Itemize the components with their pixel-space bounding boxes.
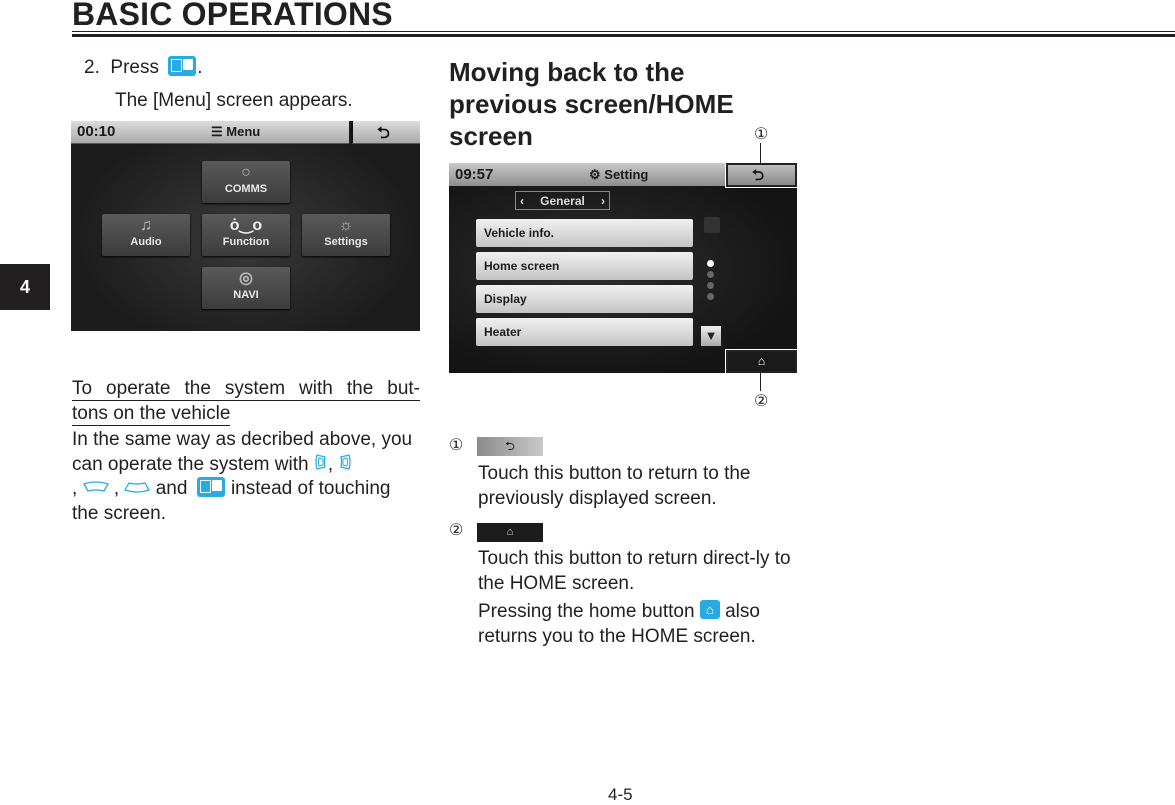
desc-2-text-2: Pressing the home button ⌂ also returns …: [478, 600, 760, 647]
hamburger-icon: ☰: [211, 124, 223, 139]
next-category-icon[interactable]: ›: [601, 192, 605, 209]
header-rule-thin: [72, 31, 1175, 32]
return-arrow-icon: ⮌: [377, 125, 390, 142]
return-arrow-icon: ⮌: [752, 167, 765, 184]
page-dot: [707, 282, 714, 289]
callout-2-leader: [760, 373, 761, 391]
home-key-icon: ⌂: [699, 600, 720, 620]
home-icon: ⌂: [757, 354, 766, 368]
compass-icon: ◎: [239, 270, 253, 287]
setting-status-bar: 09:57 ⚙ Setting: [449, 163, 725, 186]
prev-category-icon[interactable]: ‹: [520, 192, 524, 209]
setting-item-display[interactable]: Display: [476, 285, 693, 313]
back-button[interactable]: ⮌: [725, 163, 797, 188]
menu-button-icon: [168, 55, 197, 76]
music-note-icon: ♫: [140, 217, 152, 234]
step-result: The [Menu] screen appears.: [115, 90, 353, 111]
subheading-line-1: To operate the system with the but-: [72, 378, 420, 401]
desc-2-number: ②: [449, 520, 464, 539]
callout-1: ①: [754, 124, 769, 143]
clock: 00:10: [77, 123, 116, 140]
page-dot-active: [707, 260, 714, 267]
desc-1-text: Touch this button to return to the previ…: [478, 463, 751, 509]
setting-screen-image: 09:57 ⚙ Setting ⮌ ‹ General › Vehicle in…: [449, 163, 797, 373]
category-label: General: [540, 194, 585, 208]
speech-bubble-icon: ○: [241, 164, 251, 181]
step-text: Press: [110, 57, 159, 78]
header-rule-thick: [72, 34, 1175, 37]
menu-status-bar: 00:10 ☰ Menu: [71, 121, 349, 144]
tile-function[interactable]: ȯ‿o Function: [202, 214, 290, 256]
setting-item-home-screen[interactable]: Home screen: [476, 252, 693, 280]
step-number: 2.: [84, 57, 100, 78]
down-key-icon: [124, 482, 151, 493]
paragraph-vehicle-buttons: In the same way as decribed above, you c…: [72, 429, 413, 524]
home-icon: ⌂: [506, 526, 514, 538]
motorcycle-icon: ȯ‿o: [229, 217, 263, 234]
step-period: .: [197, 57, 203, 78]
subheading-line-2: tons on the vehicle: [72, 403, 231, 426]
back-button[interactable]: ⮌: [351, 121, 420, 144]
tile-navi[interactable]: ◎ NAVI: [202, 267, 290, 309]
tile-settings[interactable]: ☼ Settings: [302, 214, 390, 256]
desc-1-number: ①: [449, 435, 464, 454]
setting-title: ⚙ Setting: [589, 167, 649, 182]
home-button[interactable]: ⌂: [725, 349, 797, 373]
page-dot: [707, 271, 714, 278]
step-2: 2. Press .: [84, 55, 203, 81]
subheading-vehicle-buttons: To operate the system with the but- tons…: [72, 376, 420, 427]
page-number: 4-5: [608, 785, 633, 804]
home-button-illustration: ⌂: [477, 523, 543, 542]
callout-1-leader: [760, 143, 761, 163]
menu-button-icon: [196, 476, 225, 497]
back-button-illustration: ⮌: [477, 437, 543, 456]
category-selector[interactable]: ‹ General ›: [515, 191, 610, 210]
tile-audio[interactable]: ♫ Audio: [102, 214, 190, 256]
chapter-tab: 4: [0, 264, 50, 310]
page-dot: [707, 293, 714, 300]
up-key-icon: [82, 481, 109, 492]
callout-2: ②: [754, 391, 769, 410]
right-key-icon: [340, 454, 352, 471]
paragraph-text: In the same way as decribed above, you c…: [72, 429, 413, 475]
desc-2-text: Touch this button to return direct-ly to…: [478, 548, 791, 594]
section-title: Moving back to the previous screen/HOME …: [449, 57, 734, 151]
return-arrow-icon: ⮌: [505, 439, 515, 453]
page-header-title: BASIC OPERATIONS: [72, 0, 393, 32]
setting-item-vehicle-info[interactable]: Vehicle info.: [476, 219, 693, 247]
menu-title: ☰ Menu: [211, 124, 261, 139]
setting-item-heater[interactable]: Heater: [476, 318, 693, 346]
scroll-down-button[interactable]: ▼: [701, 326, 721, 346]
gear-icon: ☼: [338, 217, 354, 234]
menu-screen-image: 00:10 ☰ Menu ⮌ ○ COMMS ♫ Audio ȯ‿o Funct…: [71, 121, 420, 331]
scroll-up-button-disabled: [704, 217, 720, 233]
tile-comms[interactable]: ○ COMMS: [202, 161, 290, 203]
gear-icon: ⚙: [589, 167, 601, 182]
clock: 09:57: [455, 166, 494, 183]
left-key-icon: [315, 454, 326, 471]
